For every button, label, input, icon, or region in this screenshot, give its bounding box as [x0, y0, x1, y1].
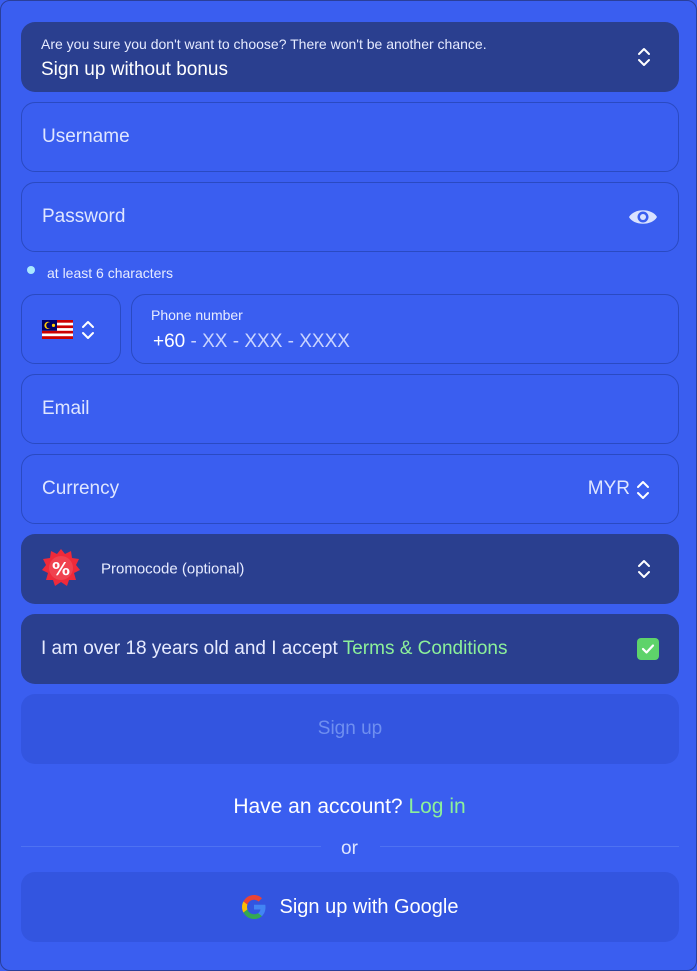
malaysia-flag-icon — [42, 320, 73, 339]
eye-icon[interactable] — [628, 207, 658, 227]
have-account-text: Have an account? — [233, 795, 409, 818]
divider-text: or — [341, 838, 358, 859]
password-placeholder: Password — [42, 206, 126, 227]
terms-link[interactable]: Terms & Conditions — [343, 638, 508, 659]
bonus-select[interactable]: Are you sure you don't want to choose? T… — [21, 22, 679, 92]
google-icon — [242, 895, 266, 919]
signup-form: Are you sure you don't want to choose? T… — [0, 0, 697, 971]
checkmark-icon — [641, 644, 655, 654]
country-code-select[interactable] — [21, 294, 121, 364]
svg-text:%: % — [52, 559, 70, 580]
terms-checkbox[interactable] — [637, 638, 659, 660]
terms-text: I am over 18 years old and I accept Term… — [41, 638, 507, 660]
terms-statement: I am over 18 years old and I accept — [41, 638, 343, 659]
username-field[interactable]: Username — [21, 102, 679, 172]
currency-value: MYR — [587, 478, 630, 499]
email-field[interactable]: Email — [21, 374, 679, 444]
password-field[interactable]: Password — [21, 182, 679, 252]
terms-row: I am over 18 years old and I accept Term… — [21, 614, 679, 684]
currency-select[interactable]: Currency MYR — [21, 454, 679, 524]
login-link[interactable]: Log in — [408, 795, 465, 818]
google-signup-button[interactable]: Sign up with Google — [21, 872, 679, 942]
phone-country-code: +60 — [153, 331, 186, 352]
hint-dot-icon — [27, 266, 35, 274]
signup-button[interactable]: Sign up — [21, 694, 679, 764]
chevron-updown-icon — [637, 481, 649, 499]
password-hint: at least 6 characters — [27, 265, 173, 281]
bonus-warning: Are you sure you don't want to choose? T… — [41, 36, 487, 52]
phone-number-field[interactable]: Phone number +60 - XX - XXX - XXXX — [131, 294, 679, 364]
chevron-updown-icon — [82, 321, 94, 339]
login-prompt: Have an account? Log in — [1, 795, 697, 819]
phone-mask: - XX - XXX - XXXX — [185, 331, 350, 352]
promocode-toggle[interactable]: % Promocode (optional) — [21, 534, 679, 604]
phone-number-value: +60 - XX - XXX - XXXX — [153, 331, 350, 353]
bonus-selected-value: Sign up without bonus — [41, 59, 228, 80]
google-signup-label: Sign up with Google — [279, 895, 459, 918]
password-hint-text: at least 6 characters — [47, 265, 174, 281]
promocode-label: Promocode (optional) — [101, 560, 245, 578]
email-placeholder: Email — [42, 398, 90, 419]
phone-number-label: Phone number — [151, 307, 243, 323]
percent-badge-icon: % — [42, 549, 80, 586]
chevron-updown-icon — [638, 48, 650, 66]
currency-label: Currency — [42, 478, 120, 499]
chevron-updown-icon — [638, 560, 650, 578]
username-placeholder: Username — [42, 126, 130, 147]
